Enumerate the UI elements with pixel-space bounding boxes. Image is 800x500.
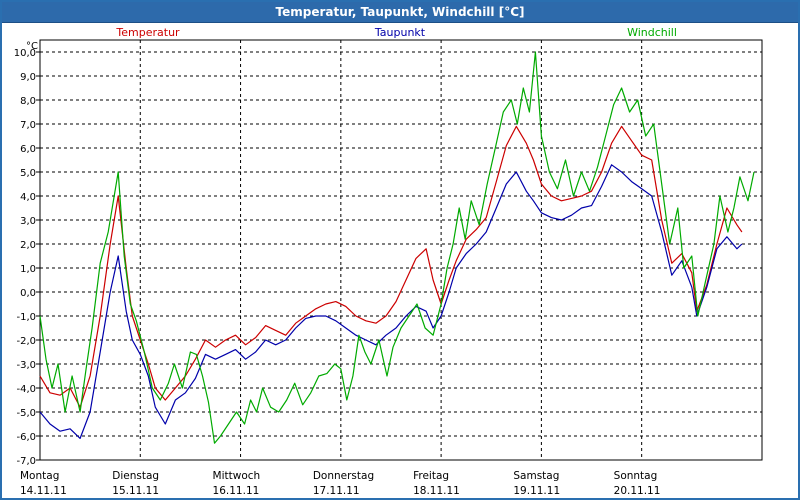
grid-lines [40,40,762,461]
y-tick-label: 6,0 [20,144,36,155]
series-line-taupunkt [39,164,743,439]
y-tick-label: -1,0 [16,312,36,323]
y-tick-label: 2,0 [20,240,36,251]
x-tick-label-day: Freitag [413,470,449,482]
x-tick-label-date: 18.11.11 [413,485,460,497]
x-tick-label-day: Montag [20,470,59,482]
legend-item-taupunkt: Taupunkt [374,26,426,39]
x-tick-label-date: 19.11.11 [513,485,560,497]
line-chart: 10,09,08,07,06,05,04,03,02,01,00,0-1,0-2… [14,26,763,497]
y-tick-label: 3,0 [20,216,36,227]
y-tick-label: 0,0 [20,288,36,299]
y-tick-label: 7,0 [20,120,36,131]
y-tick-label: 8,0 [20,96,36,107]
y-axis-unit: °C [26,41,38,52]
series-line-temperatur [39,125,743,408]
y-tick-label: -4,0 [16,384,36,395]
legend-item-windchill: Windchill [627,26,677,39]
x-tick-label-day: Mittwoch [213,470,261,482]
plot-area-border [39,39,763,461]
x-tick-label-date: 20.11.11 [614,485,661,497]
x-tick-label-date: 16.11.11 [213,485,260,497]
series-lines [39,51,755,444]
y-tick-label: -5,0 [16,408,36,419]
x-tick-label-day: Donnerstag [313,470,374,482]
y-tick-label: 5,0 [20,168,36,179]
x-axis: Montag 14.11.11 Dienstag 15.11.11 Mittwoch 16… [20,470,660,497]
y-tick-label: 9,0 [20,72,36,83]
chart-window: Temperatur, Taupunkt, Windchill [°C] 10,… [0,0,800,500]
y-tick-label: -6,0 [16,432,36,443]
y-tick-label: -3,0 [16,360,36,371]
x-tick-label-date: 15.11.11 [112,485,159,497]
series-line-windchill [39,51,755,444]
legend-item-temperatur: Temperatur [115,26,180,39]
x-tick-label-day: Sonntag [614,470,658,482]
x-tick-label-day: Samstag [513,470,559,482]
y-tick-label: -7,0 [16,456,36,467]
x-tick-label-date: 14.11.11 [20,485,67,497]
y-tick-label: 4,0 [20,192,36,203]
legend: Temperatur Taupunkt Windchill [115,26,677,39]
x-tick-label-date: 17.11.11 [313,485,360,497]
x-tick-label-day: Dienstag [112,470,159,482]
y-tick-label: 1,0 [20,264,36,275]
y-tick-label: -2,0 [16,336,36,347]
y-axis: 10,09,08,07,06,05,04,03,02,01,00,0-1,0-2… [14,41,40,467]
